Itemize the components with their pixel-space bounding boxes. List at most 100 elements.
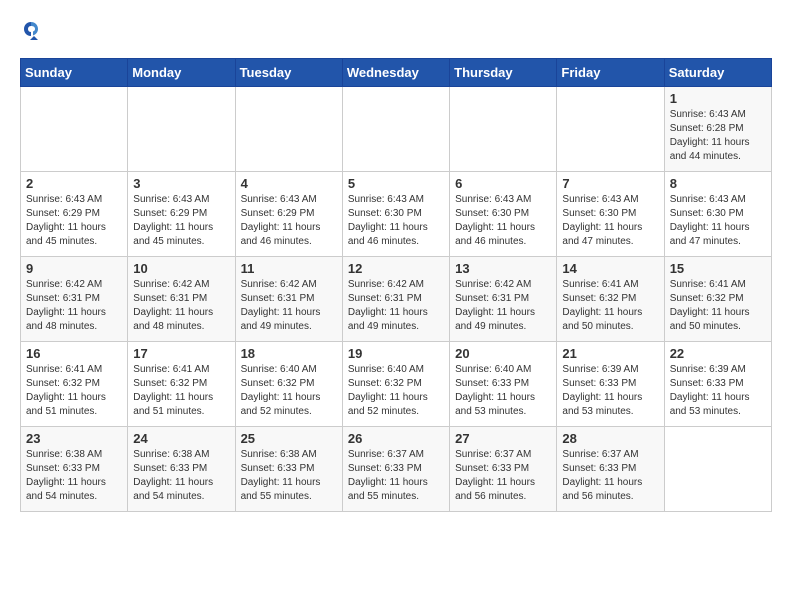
calendar-cell: 24 Sunrise: 6:38 AM Sunset: 6:33 PM Dayli… [128, 427, 235, 512]
calendar-cell: 17Sunrise: 6:41 AM Sunset: 6:32 PM Dayli… [128, 342, 235, 427]
calendar-cell: 4 Sunrise: 6:43 AM Sunset: 6:29 PM Daylig… [235, 172, 342, 257]
day-number: 26 [348, 431, 444, 446]
day-number: 12 [348, 261, 444, 276]
day-info: Sunrise: 6:42 AM Sunset: 6:31 PM Dayligh… [26, 278, 122, 334]
day-info: Sunrise: 6:41 AM Sunset: 6:32 PM Dayligh… [133, 363, 229, 419]
week-row-4: 16 Sunrise: 6:41 AM Sunset: 6:32 PM Dayli… [21, 342, 772, 427]
day-number: 14 [562, 261, 658, 276]
weekday-header-friday: Friday [557, 59, 664, 87]
calendar-cell: 28 Sunrise: 6:37 AM Sunset: 6:33 PM Dayli… [557, 427, 664, 512]
calendar-cell: 2 Sunrise: 6:43 AM Sunset: 6:29 PM Daylig… [21, 172, 128, 257]
day-info: Sunrise: 6:37 AM Sunset: 6:33 PM Dayligh… [348, 448, 444, 504]
calendar-cell: 15 Sunrise: 6:41 AM Sunset: 6:32 PM Dayli… [664, 257, 771, 342]
day-info: Sunrise: 6:43 AM Sunset: 6:28 PM Dayligh… [670, 108, 766, 164]
day-number: 11 [241, 261, 337, 276]
week-row-5: 23 Sunrise: 6:38 AM Sunset: 6:33 PM Dayli… [21, 427, 772, 512]
day-number: 1 [670, 91, 766, 106]
day-number: 22 [670, 346, 766, 361]
calendar-cell: 18 Sunrise: 6:40 AM Sunset: 6:32 PM Dayli… [235, 342, 342, 427]
day-info: Sunrise: 6:42 AM Sunset: 6:31 PM Dayligh… [348, 278, 444, 334]
calendar-cell: 8 Sunrise: 6:43 AM Sunset: 6:30 PM Daylig… [664, 172, 771, 257]
day-info: Sunrise: 6:42 AM Sunset: 6:31 PM Dayligh… [455, 278, 551, 334]
day-info: Sunrise: 6:38 AM Sunset: 6:33 PM Dayligh… [241, 448, 337, 504]
day-info: Sunrise: 6:43 AM Sunset: 6:30 PM Dayligh… [348, 193, 444, 249]
day-info: Sunrise: 6:40 AM Sunset: 6:32 PM Dayligh… [241, 363, 337, 419]
day-number: 25 [241, 431, 337, 446]
day-number: 24 [133, 431, 229, 446]
day-info: Sunrise: 6:42 AM Sunset: 6:31 PM Dayligh… [241, 278, 337, 334]
calendar-cell: 5 Sunrise: 6:43 AM Sunset: 6:30 PM Daylig… [342, 172, 449, 257]
weekday-header-thursday: Thursday [450, 59, 557, 87]
day-number: 27 [455, 431, 551, 446]
day-number: 16 [26, 346, 122, 361]
calendar-cell: 6 Sunrise: 6:43 AM Sunset: 6:30 PM Daylig… [450, 172, 557, 257]
day-number: 19 [348, 346, 444, 361]
day-number: 20 [455, 346, 551, 361]
logo [20, 20, 46, 42]
day-info: Sunrise: 6:39 AM Sunset: 6:33 PM Dayligh… [670, 363, 766, 419]
day-number: 2 [26, 176, 122, 191]
day-info: Sunrise: 6:39 AM Sunset: 6:33 PM Dayligh… [562, 363, 658, 419]
day-number: 23 [26, 431, 122, 446]
calendar-cell: 23 Sunrise: 6:38 AM Sunset: 6:33 PM Dayli… [21, 427, 128, 512]
week-row-2: 2 Sunrise: 6:43 AM Sunset: 6:29 PM Daylig… [21, 172, 772, 257]
calendar-cell [235, 87, 342, 172]
calendar-cell [128, 87, 235, 172]
day-info: Sunrise: 6:43 AM Sunset: 6:29 PM Dayligh… [133, 193, 229, 249]
calendar-cell: 9 Sunrise: 6:42 AM Sunset: 6:31 PM Daylig… [21, 257, 128, 342]
day-info: Sunrise: 6:41 AM Sunset: 6:32 PM Dayligh… [562, 278, 658, 334]
day-number: 6 [455, 176, 551, 191]
logo-icon [20, 20, 42, 42]
calendar-cell [557, 87, 664, 172]
day-info: Sunrise: 6:43 AM Sunset: 6:30 PM Dayligh… [455, 193, 551, 249]
calendar-cell: 22 Sunrise: 6:39 AM Sunset: 6:33 PM Dayli… [664, 342, 771, 427]
calendar-cell [21, 87, 128, 172]
day-number: 18 [241, 346, 337, 361]
calendar-cell: 20 Sunrise: 6:40 AM Sunset: 6:33 PM Dayli… [450, 342, 557, 427]
calendar-cell: 16 Sunrise: 6:41 AM Sunset: 6:32 PM Dayli… [21, 342, 128, 427]
day-info: Sunrise: 6:42 AM Sunset: 6:31 PM Dayligh… [133, 278, 229, 334]
calendar-cell: 12 Sunrise: 6:42 AM Sunset: 6:31 PM Dayli… [342, 257, 449, 342]
day-info: Sunrise: 6:38 AM Sunset: 6:33 PM Dayligh… [26, 448, 122, 504]
calendar-cell: 25 Sunrise: 6:38 AM Sunset: 6:33 PM Dayli… [235, 427, 342, 512]
day-info: Sunrise: 6:43 AM Sunset: 6:30 PM Dayligh… [670, 193, 766, 249]
calendar-cell [342, 87, 449, 172]
calendar-cell: 27 Sunrise: 6:37 AM Sunset: 6:33 PM Dayli… [450, 427, 557, 512]
day-number: 13 [455, 261, 551, 276]
calendar-cell: 10 Sunrise: 6:42 AM Sunset: 6:31 PM Dayli… [128, 257, 235, 342]
day-number: 7 [562, 176, 658, 191]
calendar-cell: 13 Sunrise: 6:42 AM Sunset: 6:31 PM Dayli… [450, 257, 557, 342]
day-number: 28 [562, 431, 658, 446]
day-info: Sunrise: 6:41 AM Sunset: 6:32 PM Dayligh… [670, 278, 766, 334]
day-number: 10 [133, 261, 229, 276]
day-info: Sunrise: 6:43 AM Sunset: 6:29 PM Dayligh… [241, 193, 337, 249]
day-number: 4 [241, 176, 337, 191]
week-row-3: 9 Sunrise: 6:42 AM Sunset: 6:31 PM Daylig… [21, 257, 772, 342]
day-info: Sunrise: 6:43 AM Sunset: 6:30 PM Dayligh… [562, 193, 658, 249]
weekday-header-row: SundayMondayTuesdayWednesdayThursdayFrid… [21, 59, 772, 87]
day-number: 9 [26, 261, 122, 276]
weekday-header-saturday: Saturday [664, 59, 771, 87]
day-info: Sunrise: 6:37 AM Sunset: 6:33 PM Dayligh… [455, 448, 551, 504]
weekday-header-monday: Monday [128, 59, 235, 87]
day-number: 3 [133, 176, 229, 191]
day-info: Sunrise: 6:43 AM Sunset: 6:29 PM Dayligh… [26, 193, 122, 249]
calendar-cell: 7 Sunrise: 6:43 AM Sunset: 6:30 PM Daylig… [557, 172, 664, 257]
day-number: 8 [670, 176, 766, 191]
page-header [20, 20, 772, 42]
calendar-cell: 26 Sunrise: 6:37 AM Sunset: 6:33 PM Dayli… [342, 427, 449, 512]
day-info: Sunrise: 6:38 AM Sunset: 6:33 PM Dayligh… [133, 448, 229, 504]
calendar-cell: 1 Sunrise: 6:43 AM Sunset: 6:28 PM Daylig… [664, 87, 771, 172]
day-info: Sunrise: 6:41 AM Sunset: 6:32 PM Dayligh… [26, 363, 122, 419]
day-number: 15 [670, 261, 766, 276]
day-number: 5 [348, 176, 444, 191]
weekday-header-tuesday: Tuesday [235, 59, 342, 87]
day-info: Sunrise: 6:40 AM Sunset: 6:33 PM Dayligh… [455, 363, 551, 419]
calendar-cell [664, 427, 771, 512]
weekday-header-wednesday: Wednesday [342, 59, 449, 87]
day-info: Sunrise: 6:37 AM Sunset: 6:33 PM Dayligh… [562, 448, 658, 504]
calendar-cell: 11 Sunrise: 6:42 AM Sunset: 6:31 PM Dayli… [235, 257, 342, 342]
calendar-cell: 19Sunrise: 6:40 AM Sunset: 6:32 PM Dayli… [342, 342, 449, 427]
week-row-1: 1 Sunrise: 6:43 AM Sunset: 6:28 PM Daylig… [21, 87, 772, 172]
calendar-table: SundayMondayTuesdayWednesdayThursdayFrid… [20, 58, 772, 512]
